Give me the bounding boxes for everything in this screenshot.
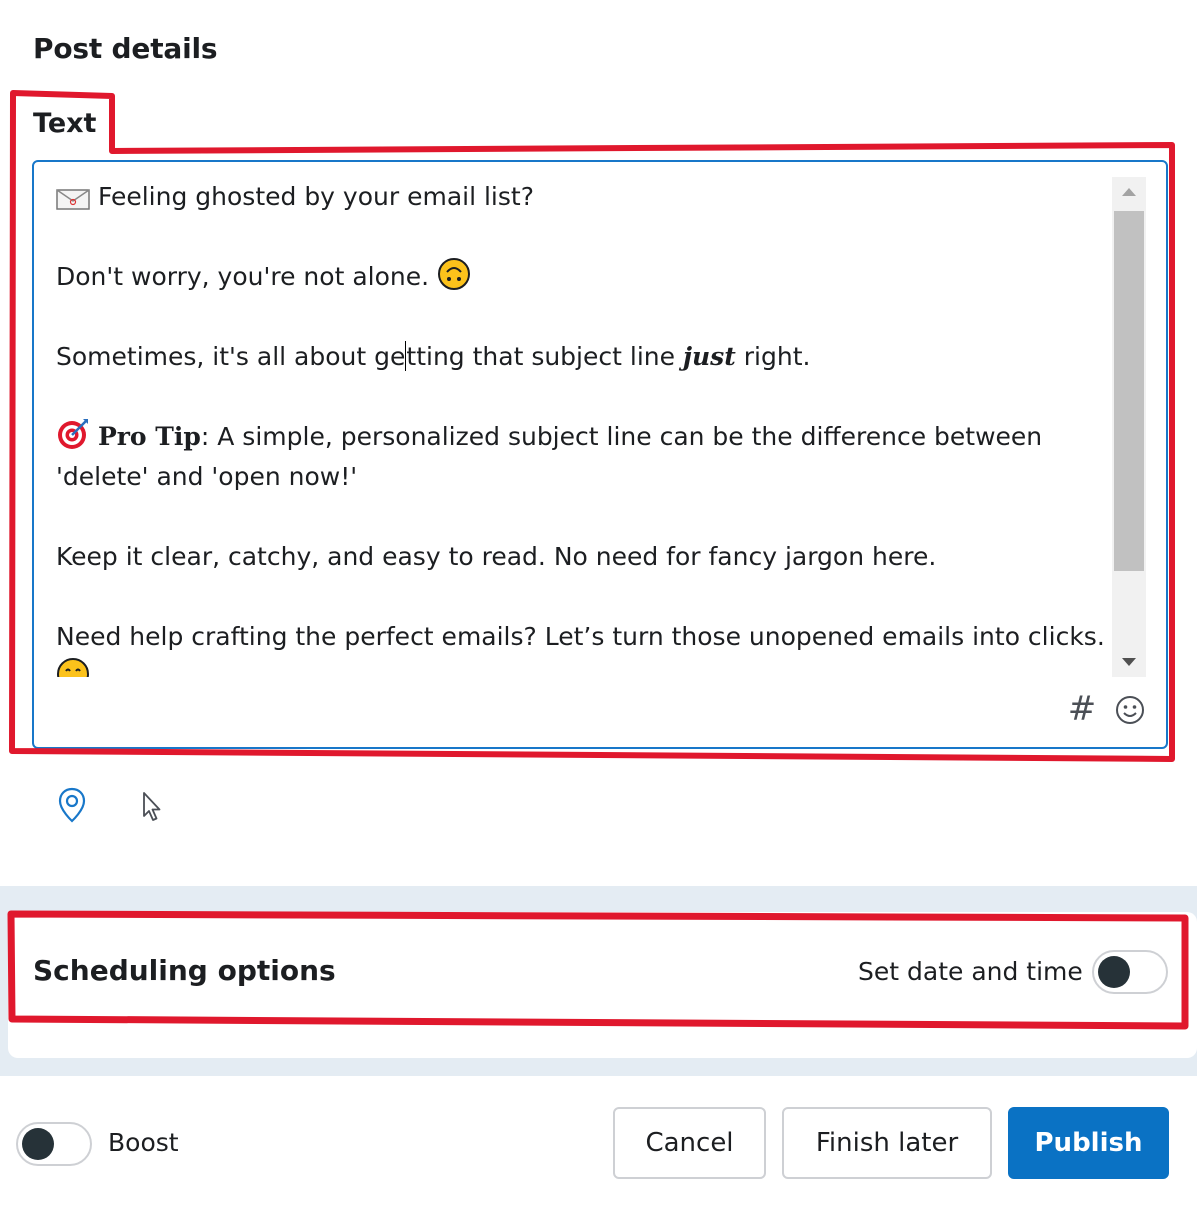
boost-toggle[interactable] xyxy=(16,1122,92,1166)
scroll-up-arrow-icon[interactable] xyxy=(1112,177,1146,207)
smiling-face-icon xyxy=(56,657,90,677)
location-pin-icon[interactable] xyxy=(56,786,88,824)
text-line-1: Feeling ghosted by your email list? xyxy=(97,182,534,211)
hashtag-button[interactable]: # xyxy=(1066,692,1098,726)
post-text-content[interactable]: Feeling ghosted by your email list? Don'… xyxy=(56,177,1116,677)
text-line-4: : A simple, personalized subject line ca… xyxy=(200,422,1043,451)
text-line-2: Don't worry, you're not alone. xyxy=(56,262,430,291)
post-composer: Post details Text Feeling ghosted by you… xyxy=(0,0,1197,1207)
pro-tip-label: Pro Tip xyxy=(97,422,201,451)
envelope-icon xyxy=(56,183,90,223)
cursor-icon[interactable] xyxy=(138,790,168,824)
boost-label: Boost xyxy=(108,1128,179,1157)
toggle-knob xyxy=(22,1128,54,1160)
text-line-3a: Sometimes, it's all about ge xyxy=(56,342,406,371)
toggle-knob xyxy=(1098,956,1130,988)
scheduling-options-title: Scheduling options xyxy=(33,954,336,987)
text-line-3c: right. xyxy=(735,342,811,371)
text-line-7: Need help crafting the perfect emails? L… xyxy=(56,622,1105,651)
post-text-editor[interactable]: Feeling ghosted by your email list? Don'… xyxy=(32,160,1168,749)
text-line-5: 'delete' and 'open now!' xyxy=(56,462,358,491)
emoji-picker-icon[interactable] xyxy=(1114,694,1146,726)
set-date-time-toggle[interactable] xyxy=(1092,950,1168,994)
text-scrollbar[interactable] xyxy=(1112,177,1146,677)
publish-button[interactable]: Publish xyxy=(1008,1107,1169,1179)
finish-later-button[interactable]: Finish later xyxy=(782,1107,992,1179)
text-just-emphasis: just xyxy=(682,342,736,371)
set-date-time-label: Set date and time xyxy=(858,957,1083,986)
text-line-3b: tting that subject line xyxy=(406,342,683,371)
cancel-button[interactable]: Cancel xyxy=(613,1107,766,1179)
scroll-down-arrow-icon[interactable] xyxy=(1112,647,1146,677)
upside-down-face-icon xyxy=(437,257,471,303)
scroll-thumb[interactable] xyxy=(1114,211,1144,571)
post-details-title: Post details xyxy=(33,32,218,65)
text-line-6: Keep it clear, catchy, and easy to read.… xyxy=(56,542,937,571)
text-field-label: Text xyxy=(33,108,97,139)
